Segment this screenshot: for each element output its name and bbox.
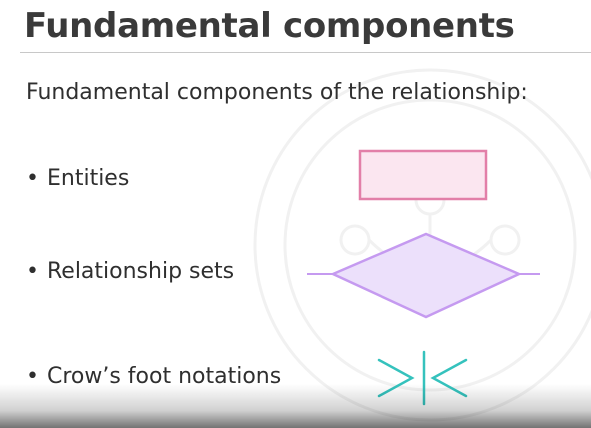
diagram-symbols — [307, 149, 540, 406]
bottom-shadow-overlay — [0, 384, 591, 428]
slide: Fundamental components Fundamental compo… — [0, 0, 591, 428]
entity-rectangle-icon — [358, 149, 488, 201]
relationship-diamond-icon — [307, 232, 540, 319]
